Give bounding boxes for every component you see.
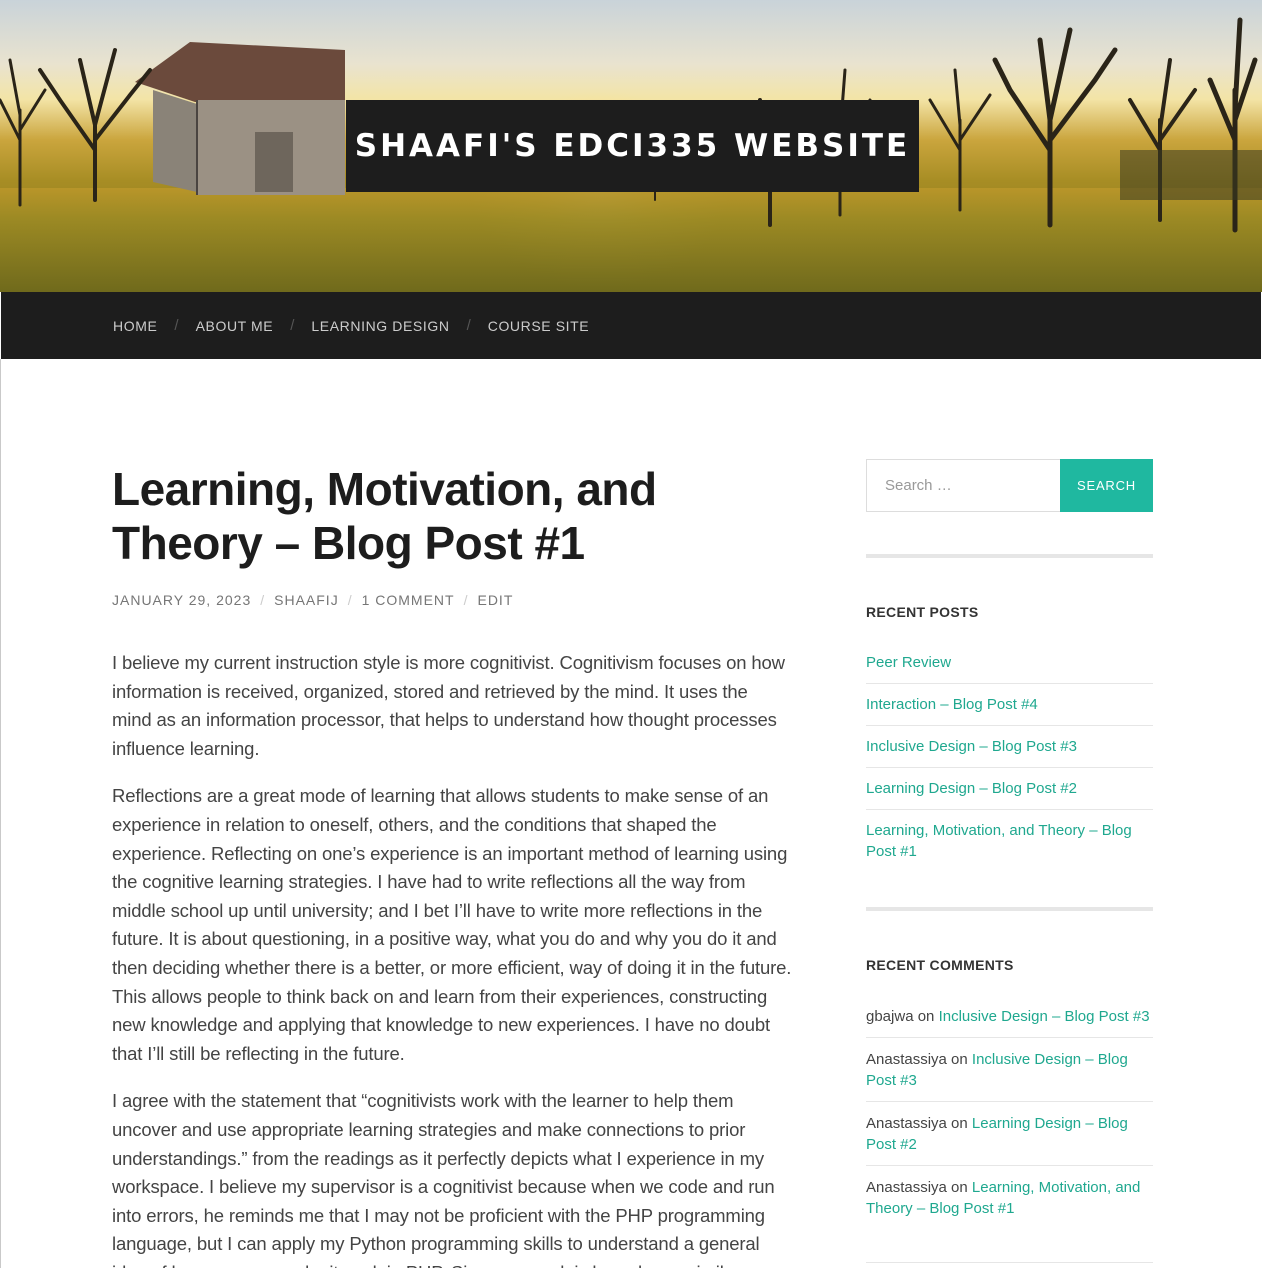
recent-post-link[interactable]: Peer Review <box>866 654 951 671</box>
comment-author: Anastassiya <box>866 1051 947 1068</box>
recent-comments-widget: RECENT COMMENTS gbajwa on Inclusive Desi… <box>866 957 1153 1229</box>
sidebar: SEARCH RECENT POSTS Peer Review Interact… <box>866 459 1153 1263</box>
nav-list: HOME / ABOUT ME / LEARNING DESIGN / COUR… <box>1 292 1261 359</box>
nav-item-home[interactable]: HOME <box>113 318 157 334</box>
list-item: Anastassiya on Learning Design – Blog Po… <box>866 1102 1153 1166</box>
comment-author: Anastassiya <box>866 1115 947 1132</box>
search-input[interactable] <box>866 459 1060 512</box>
recent-comments-list: gbajwa on Inclusive Design – Blog Post #… <box>866 995 1153 1229</box>
widget-divider <box>866 554 1153 558</box>
post-title: Learning, Motivation, and Theory – Blog … <box>112 463 657 569</box>
comment-connector: on <box>951 1179 968 1196</box>
recent-posts-title: RECENT POSTS <box>866 604 979 620</box>
recent-comments-title: RECENT COMMENTS <box>866 957 1014 973</box>
list-item: Learning, Motivation, and Theory – Blog … <box>866 810 1153 872</box>
post-author-link[interactable]: SHAAFIJ <box>274 592 339 608</box>
search-form: SEARCH <box>866 459 1153 512</box>
site-title[interactable]: SHAAFI'S EDCI335 WEBSITE <box>355 128 910 164</box>
nav-item-about-me[interactable]: ABOUT ME <box>196 318 274 334</box>
meta-separator: / <box>463 592 469 608</box>
widget-divider <box>866 1262 1153 1263</box>
recent-post-link[interactable]: Learning, Motivation, and Theory – Blog … <box>866 822 1132 860</box>
nav-separator: / <box>290 317 295 334</box>
post-content: I believe my current instruction style i… <box>112 649 792 1268</box>
post-paragraph: I believe my current instruction style i… <box>112 652 785 759</box>
blog-post: Learning, Motivation, and Theory – Blog … <box>112 462 792 1268</box>
post-comments-link[interactable]: 1 COMMENT <box>362 592 455 608</box>
list-item: Anastassiya on Inclusive Design – Blog P… <box>866 1038 1153 1102</box>
main-navigation: HOME / ABOUT ME / LEARNING DESIGN / COUR… <box>0 292 1262 359</box>
site-header: SHAAFI'S EDCI335 WEBSITE <box>0 0 1262 292</box>
list-item: Anastassiya on Learning, Motivation, and… <box>866 1166 1153 1229</box>
comment-post-link[interactable]: Inclusive Design – Blog Post #3 <box>939 1008 1150 1025</box>
site-title-box[interactable]: SHAAFI'S EDCI335 WEBSITE <box>346 100 919 192</box>
nav-item-course-site[interactable]: COURSE SITE <box>488 318 590 334</box>
search-button[interactable]: SEARCH <box>1060 459 1153 512</box>
recent-post-link[interactable]: Interaction – Blog Post #4 <box>866 696 1038 713</box>
comment-connector: on <box>951 1115 968 1132</box>
post-paragraph: I agree with the statement that “cogniti… <box>112 1090 775 1268</box>
post-meta: JANUARY 29, 2023 / SHAAFIJ / 1 COMMENT / EDIT <box>112 592 792 608</box>
meta-separator: / <box>260 592 266 608</box>
list-item: gbajwa on Inclusive Design – Blog Post #… <box>866 995 1153 1038</box>
post-date-link[interactable]: JANUARY 29, 2023 <box>112 592 251 608</box>
meta-separator: / <box>347 592 353 608</box>
post-edit-link[interactable]: EDIT <box>477 592 513 608</box>
nav-separator: / <box>466 317 471 334</box>
post-paragraph: Reflections are a great mode of learning… <box>112 785 792 1064</box>
recent-posts-widget: RECENT POSTS Peer Review Interaction – B… <box>866 604 1153 872</box>
recent-posts-list: Peer Review Interaction – Blog Post #4 I… <box>866 642 1153 872</box>
list-item: Peer Review <box>866 642 1153 684</box>
list-item: Inclusive Design – Blog Post #3 <box>866 726 1153 768</box>
comment-connector: on <box>917 1008 935 1025</box>
comment-connector: on <box>951 1051 968 1068</box>
recent-post-link[interactable]: Inclusive Design – Blog Post #3 <box>866 738 1077 755</box>
content-frame-border <box>0 359 1 1268</box>
widget-divider <box>866 907 1153 911</box>
comment-author: Anastassiya <box>866 1179 947 1196</box>
list-item: Interaction – Blog Post #4 <box>866 684 1153 726</box>
comment-author: gbajwa <box>866 1008 914 1025</box>
nav-separator: / <box>174 317 179 334</box>
list-item: Learning Design – Blog Post #2 <box>866 768 1153 810</box>
nav-item-learning-design[interactable]: LEARNING DESIGN <box>311 318 449 334</box>
recent-post-link[interactable]: Learning Design – Blog Post #2 <box>866 780 1077 797</box>
